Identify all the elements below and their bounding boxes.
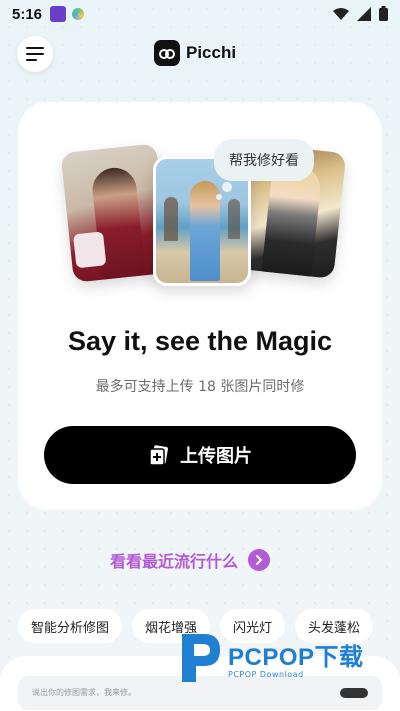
watermark-title: PCPOP下载	[228, 644, 364, 671]
status-time: 5:16	[12, 5, 43, 23]
hamburger-icon	[26, 47, 44, 61]
card-headline: Say it, see the Magic	[67, 326, 333, 356]
watermark-text: PCPOP下载 PCPOP Download	[228, 637, 364, 679]
wifi-icon	[333, 7, 349, 20]
upload-card: 帮我修好看 Say it, see the Magic 最多可支持上传 18 张…	[18, 102, 382, 510]
chip-smart-analysis[interactable]: 智能分析修图	[18, 609, 123, 643]
battery-icon	[379, 6, 388, 21]
status-bar: 5:16	[0, 0, 400, 28]
menu-button[interactable]	[17, 36, 53, 72]
notification-app-icon	[50, 6, 67, 22]
speech-bubble: 帮我修好看	[214, 139, 314, 181]
status-icons	[333, 6, 388, 21]
glasses-icon[interactable]	[340, 688, 368, 698]
watermark: PCPOP下载 PCPOP Download	[178, 630, 364, 686]
sample-photos: 帮我修好看	[60, 126, 352, 298]
card-subtitle: 最多可支持上传 18 张图片同时修	[95, 379, 305, 395]
upload-images-button[interactable]: 上传图片	[44, 426, 356, 484]
signal-icon	[357, 6, 371, 21]
prompt-placeholder: 说出你的修图需求，我来修。	[32, 688, 136, 697]
trending-link[interactable]: 看看最近流行什么	[110, 548, 271, 572]
trending-label: 看看最近流行什么	[110, 552, 239, 571]
add-image-icon	[149, 445, 168, 466]
pcpop-logo-icon	[178, 630, 222, 686]
notification-app-icon-2	[72, 8, 85, 20]
app-title: Picchi	[186, 43, 237, 62]
brand: Picchi	[154, 40, 236, 66]
arrow-right-icon	[248, 549, 271, 571]
picchi-logo-icon	[154, 40, 180, 66]
upload-button-label: 上传图片	[180, 446, 252, 467]
